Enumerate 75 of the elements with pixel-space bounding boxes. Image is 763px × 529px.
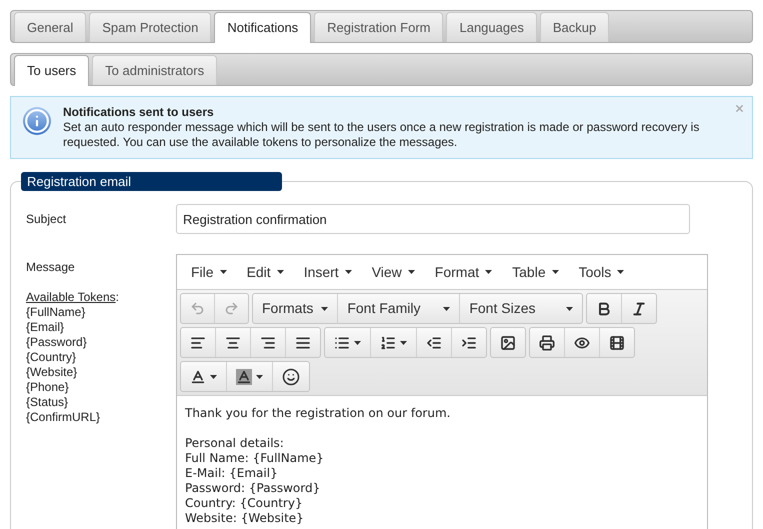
caret-icon xyxy=(344,270,352,274)
caret-icon xyxy=(256,374,263,378)
align-center-icon xyxy=(225,334,241,350)
notice-title: Notifications sent to users xyxy=(63,105,215,120)
token: {FullName} xyxy=(26,305,86,320)
bold-icon xyxy=(596,300,612,316)
tab[interactable]: Notifications xyxy=(214,12,312,43)
align-right-icon xyxy=(260,334,276,350)
content-line: Personal details: xyxy=(185,436,285,451)
outdent-icon xyxy=(426,334,442,350)
menu-item[interactable]: Format xyxy=(424,262,502,282)
tab[interactable]: Languages xyxy=(446,12,537,42)
caret-icon xyxy=(566,306,574,310)
menu-item[interactable]: View xyxy=(362,262,425,282)
content-line: Password: {Password} xyxy=(185,481,322,496)
format-dropdown[interactable]: Font Sizes xyxy=(460,294,582,323)
background-color-icon xyxy=(236,368,252,384)
menu-item[interactable]: Table xyxy=(502,262,569,282)
tokens-colon: : xyxy=(116,290,119,304)
notice-text: Set an auto responder message which will be sent to the users once a new registration is made or password recovery is requested. You can use the available tokens to personalize the messages. xyxy=(63,120,700,150)
caret-icon xyxy=(443,306,450,310)
italic-icon xyxy=(631,300,648,316)
caret-icon xyxy=(617,270,624,274)
justify-icon xyxy=(295,334,311,350)
caret-icon xyxy=(354,340,361,344)
eye-icon xyxy=(574,334,590,350)
token: {Website} xyxy=(26,365,78,380)
caret-icon xyxy=(276,270,284,274)
caret-icon xyxy=(220,270,227,274)
bullet-list-icon xyxy=(334,334,350,350)
subject-field[interactable]: Registration confirmation xyxy=(176,204,690,234)
section-legend: Registration email xyxy=(21,172,282,191)
content-line: Country: {Country} xyxy=(185,496,304,511)
token: {Phone} xyxy=(26,380,70,395)
caret-icon xyxy=(210,374,217,378)
info-icon xyxy=(23,107,51,135)
caret-icon xyxy=(485,270,492,274)
token: {Status} xyxy=(26,395,70,410)
tab[interactable]: General xyxy=(14,12,86,42)
format-dropdown[interactable]: Formats xyxy=(253,294,338,323)
menu-item[interactable]: Tools xyxy=(568,262,634,282)
format-dropdown[interactable]: Font Family xyxy=(338,294,460,323)
content-line: E-Mail: {Email} xyxy=(185,466,279,481)
caret-icon xyxy=(408,270,415,274)
numbered-list-icon xyxy=(380,334,396,350)
token: {Country} xyxy=(26,350,78,365)
smiley-icon xyxy=(282,368,300,386)
token: {ConfirmURL} xyxy=(26,410,102,425)
content-line: Website: {Website} xyxy=(185,511,305,526)
print-icon xyxy=(539,334,555,350)
message-label: Message xyxy=(26,260,76,275)
indent-icon xyxy=(461,334,477,350)
content-line: Thank you for the registration on our forum. xyxy=(185,406,452,421)
undo-icon xyxy=(190,301,205,316)
align-left-icon xyxy=(190,334,206,350)
caret-icon xyxy=(400,340,407,344)
text-color-icon xyxy=(190,368,206,384)
film-icon xyxy=(609,334,625,350)
menu-item[interactable]: Insert xyxy=(294,262,362,282)
token: {Password} xyxy=(26,335,88,350)
caret-icon xyxy=(321,306,328,310)
content-line: Full Name: {FullName} xyxy=(185,451,325,466)
subject-label: Subject xyxy=(26,211,68,228)
tokens-heading: Available Tokens xyxy=(26,290,116,304)
tab[interactable]: To users xyxy=(14,55,90,86)
caret-icon xyxy=(552,270,559,274)
redo-icon xyxy=(224,301,239,316)
menu-item[interactable]: Edit xyxy=(236,262,294,282)
tab[interactable]: Spam Protection xyxy=(89,12,212,42)
image-icon xyxy=(500,334,516,350)
tab[interactable]: Registration Form xyxy=(314,12,444,42)
token: {Email} xyxy=(26,320,66,335)
tab[interactable]: To administrators xyxy=(92,55,218,85)
tab[interactable]: Backup xyxy=(540,12,610,42)
menu-item[interactable]: File xyxy=(181,262,237,282)
